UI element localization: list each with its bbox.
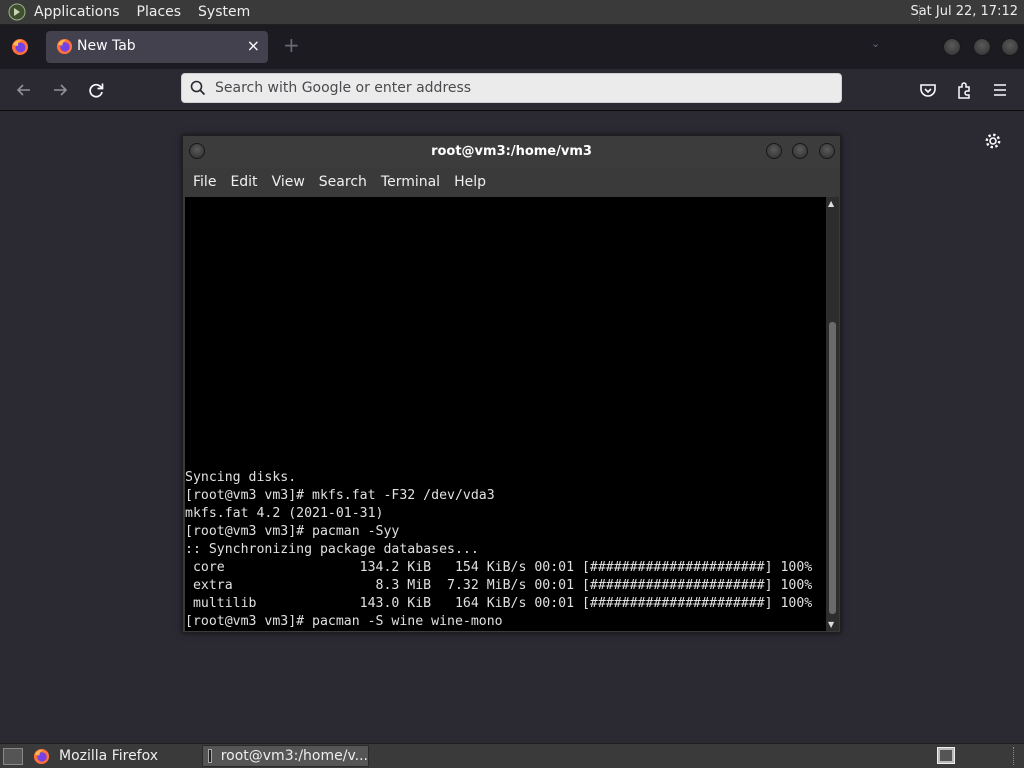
terminal-line: [root@vm3 vm3]# pacman -Syy [185, 524, 400, 539]
browser-tab-bar: New Tab × + ⌄ [0, 25, 1024, 69]
terminal-line: Syncing disks. [185, 470, 297, 485]
terminal-title: root@vm3:/home/vm3 [431, 144, 592, 159]
forward-arrow-icon[interactable] [49, 79, 71, 101]
search-icon [190, 80, 206, 96]
terminal-icon [208, 749, 212, 763]
menu-places[interactable]: Places [137, 4, 182, 20]
back-arrow-icon[interactable] [13, 79, 35, 101]
top-panel: Applications Places System Sat Jul 22, 1… [0, 0, 1024, 25]
tab-close-button[interactable]: × [247, 36, 260, 55]
firefox-icon [33, 748, 50, 764]
terminal-menu-edit[interactable]: Edit [230, 174, 257, 190]
firefox-icon [56, 38, 73, 55]
taskbar-item-label: Mozilla Firefox [59, 748, 159, 764]
terminal-close-button[interactable] [819, 143, 835, 159]
terminal-titlebar[interactable]: root@vm3:/home/vm3 [183, 136, 840, 168]
extensions-icon[interactable] [953, 79, 975, 101]
taskbar-item-firefox[interactable]: Mozilla Firefox [33, 744, 158, 768]
terminal-maximize-button[interactable] [792, 143, 808, 159]
navigation-toolbar: Search with Google or enter address [0, 69, 1024, 111]
pocket-icon[interactable] [917, 79, 939, 101]
terminal-line: extra 8.3 MiB 7.32 MiB/s 00:01 [########… [185, 578, 813, 593]
scroll-up-arrow-icon[interactable]: ▲ [828, 199, 834, 208]
reload-icon[interactable] [85, 79, 107, 101]
terminal-line: mkfs.fat 4.2 (2021-01-31) [185, 506, 384, 521]
maximize-button[interactable] [973, 38, 991, 56]
terminal-menu-terminal[interactable]: Terminal [381, 174, 440, 190]
clock[interactable]: Sat Jul 22, 17:12 [910, 4, 1018, 19]
terminal-window[interactable]: root@vm3:/home/vm3 File Edit View Search… [182, 135, 841, 633]
gear-icon[interactable] [984, 132, 1002, 150]
workspace-switcher[interactable] [937, 747, 955, 764]
terminal-menu-view[interactable]: View [272, 174, 305, 190]
distro-logo-icon[interactable] [8, 3, 26, 21]
terminal-line: [root@vm3 vm3]# mkfs.fat -F32 /dev/vda3 [185, 488, 495, 503]
menu-system[interactable]: System [198, 4, 250, 20]
tab-list-chevron-icon[interactable]: ⌄ [871, 37, 880, 50]
terminal-output[interactable]: Syncing disks. [root@vm3 vm3]# mkfs.fat -… [185, 197, 826, 631]
firefox-view-icon[interactable] [11, 38, 29, 56]
terminal-minimize-button[interactable] [766, 143, 782, 159]
address-bar[interactable]: Search with Google or enter address [181, 73, 842, 103]
panel-separator [1013, 747, 1016, 765]
tab-new-tab[interactable]: New Tab × [46, 31, 268, 63]
terminal-line: core 134.2 KiB 154 KiB/s 00:01 [########… [185, 560, 813, 575]
scrollbar-thumb[interactable] [829, 322, 836, 614]
address-bar-placeholder: Search with Google or enter address [215, 80, 472, 96]
terminal-text: Syncing disks. [root@vm3 vm3]# mkfs.fat -… [185, 469, 812, 631]
terminal-line: [root@vm3 vm3]# pacman -S wine wine-mono [185, 614, 503, 629]
menu-applications[interactable]: Applications [34, 4, 120, 20]
new-tab-button[interactable]: + [283, 33, 300, 57]
taskbar-item-terminal[interactable]: root@vm3:/home/v... [202, 745, 369, 767]
show-desktop-icon[interactable] [3, 748, 23, 765]
terminal-menu-file[interactable]: File [193, 174, 216, 190]
terminal-line: multilib 143.0 KiB 164 KiB/s 00:01 [####… [185, 596, 813, 611]
scroll-down-arrow-icon[interactable]: ▼ [828, 620, 834, 629]
minimize-button[interactable] [943, 38, 961, 56]
taskbar-item-label: root@vm3:/home/v... [220, 748, 368, 764]
terminal-scrollbar[interactable]: ▲ ▼ [826, 197, 839, 631]
close-button[interactable] [1001, 38, 1019, 56]
terminal-menubar: File Edit View Search Terminal Help [183, 168, 840, 196]
terminal-line: :: Synchronizing package databases... [185, 542, 479, 557]
hamburger-menu-icon[interactable] [989, 79, 1011, 101]
terminal-menu-search[interactable]: Search [319, 174, 367, 190]
bottom-taskbar: Mozilla Firefox root@vm3:/home/v... [0, 743, 1024, 768]
terminal-menu-help[interactable]: Help [454, 174, 486, 190]
tab-label: New Tab [77, 38, 136, 54]
